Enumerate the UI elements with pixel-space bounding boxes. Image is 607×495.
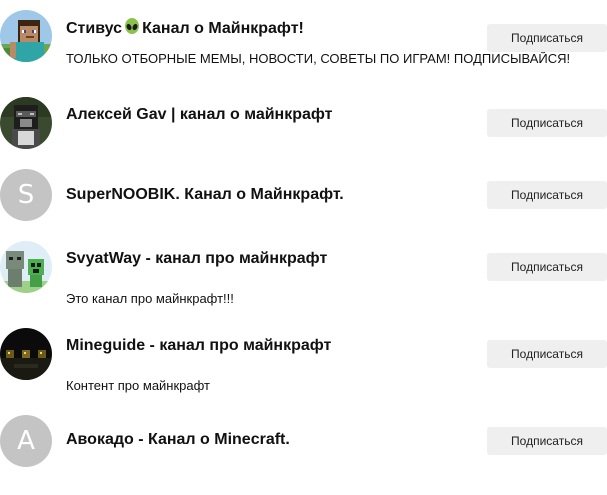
channel-avatar-letter[interactable]: S xyxy=(0,169,52,221)
channel-description: ТОЛЬКО ОТБОРНЫЕ МЕМЫ, НОВОСТИ, СОВЕТЫ ПО… xyxy=(66,51,571,66)
channel-avatar[interactable] xyxy=(0,97,52,149)
channel-item-mineguide: Mineguide - канал про майнкрафт Контент … xyxy=(0,328,607,408)
channel-avatar[interactable] xyxy=(0,10,52,62)
channel-description: Контент про майнкрафт xyxy=(66,378,210,393)
channel-title[interactable]: Алексей Gav | канал о майнкрафт xyxy=(66,105,333,125)
minecraft-steve-avatar-image xyxy=(0,10,52,62)
channel-list: Стивус Канал о Майнкрафт! ТОЛЬКО ОТБОРНЫ… xyxy=(0,0,607,487)
channel-title-part2: Канал о Майнкрафт! xyxy=(142,20,304,37)
alien-emoji-icon xyxy=(125,18,140,34)
channel-title[interactable]: Авокадо - Канал о Minecraft. xyxy=(66,430,290,450)
channel-title[interactable]: Стивус Канал о Майнкрафт! xyxy=(66,18,304,39)
subscribe-button[interactable]: Подписаться xyxy=(487,340,607,368)
channel-title[interactable]: SvyatWay - канал про майнкрафт xyxy=(66,249,327,269)
channel-item-aleksey-gav: Алексей Gav | канал о майнкрафт Подписат… xyxy=(0,97,607,177)
minecraft-character-avatar-image xyxy=(0,97,52,149)
channel-avatar[interactable] xyxy=(0,241,52,293)
minecraft-night-avatar-image xyxy=(0,328,52,380)
subscribe-button[interactable]: Подписаться xyxy=(487,109,607,137)
subscribe-button[interactable]: Подписаться xyxy=(487,24,607,52)
subscribe-button[interactable]: Подписаться xyxy=(487,181,607,209)
channel-item-supernoobik: S SuperNOOBIK. Канал о Майнкрафт. Подпис… xyxy=(0,169,607,249)
channel-description: Это канал про майнкрафт!!! xyxy=(66,291,234,306)
subscribe-button[interactable]: Подписаться xyxy=(487,427,607,455)
channel-item-avokado: A Авокадо - Канал о Minecraft. Подписать… xyxy=(0,415,607,495)
channel-item-svyatway: SvyatWay - канал про майнкрафт Это канал… xyxy=(0,241,607,321)
subscribe-button[interactable]: Подписаться xyxy=(487,253,607,281)
channel-title[interactable]: Mineguide - канал про майнкрафт xyxy=(66,336,331,356)
channel-avatar-letter[interactable]: A xyxy=(0,415,52,467)
minecraft-characters-avatar-image xyxy=(0,241,52,293)
channel-avatar[interactable] xyxy=(0,328,52,380)
channel-title-part1: Стивус xyxy=(66,20,123,37)
channel-item-stivus: Стивус Канал о Майнкрафт! ТОЛЬКО ОТБОРНЫ… xyxy=(0,10,607,90)
channel-title[interactable]: SuperNOOBIK. Канал о Майнкрафт. xyxy=(66,185,344,205)
